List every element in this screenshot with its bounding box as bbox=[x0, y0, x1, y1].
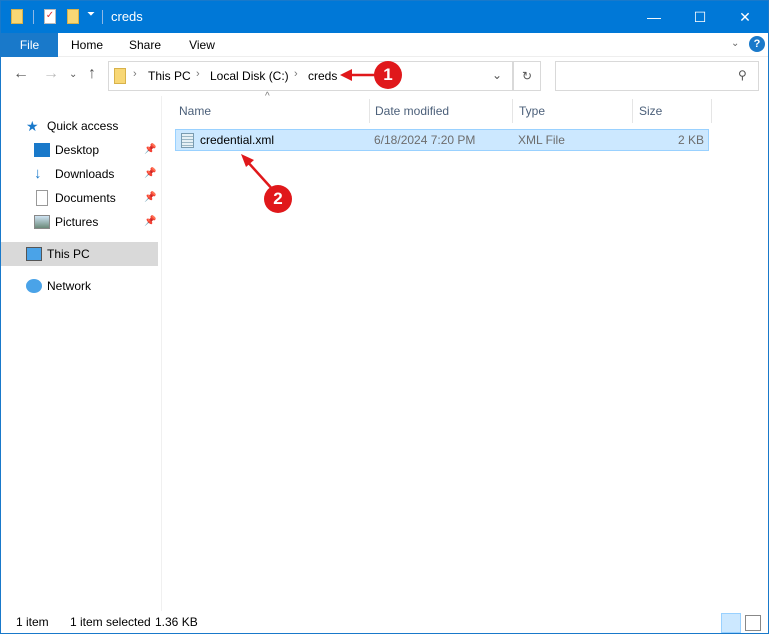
details-view-button[interactable] bbox=[721, 613, 741, 633]
sidebar-item-downloads[interactable]: ↓ Downloads 📌 bbox=[1, 162, 158, 186]
folder-icon bbox=[11, 9, 23, 24]
sidebar-item-this-pc[interactable]: This PC bbox=[1, 242, 158, 266]
column-header-date[interactable]: Date modified bbox=[375, 101, 449, 121]
column-header-size[interactable]: Size bbox=[639, 101, 662, 121]
divider[interactable] bbox=[711, 99, 712, 123]
pin-icon[interactable]: 📌 bbox=[144, 138, 156, 162]
divider bbox=[33, 10, 34, 24]
status-selected: 1 item selected bbox=[70, 615, 151, 629]
breadcrumb-this-pc[interactable]: This PC bbox=[148, 69, 191, 83]
chevron-right-icon: › bbox=[196, 68, 200, 80]
divider[interactable] bbox=[632, 99, 633, 123]
tab-view[interactable]: View bbox=[179, 33, 225, 57]
properties-icon[interactable]: ✓ bbox=[44, 9, 56, 24]
expand-ribbon-icon[interactable]: ⌄ bbox=[731, 38, 739, 49]
sort-ascending-icon: ^ bbox=[265, 91, 270, 102]
column-header-type[interactable]: Type bbox=[519, 101, 545, 121]
close-button[interactable]: ✕ bbox=[722, 1, 768, 33]
back-button[interactable]: ← bbox=[13, 65, 29, 83]
title-bar: ✓ ⏷ creds — ☐ ✕ bbox=[1, 1, 768, 33]
window-title: creds bbox=[111, 9, 143, 24]
file-date: 6/18/2024 7:20 PM bbox=[374, 133, 476, 147]
desktop-icon bbox=[34, 143, 50, 157]
search-icon: ⚲ bbox=[738, 68, 747, 82]
customize-toolbar-icon[interactable]: ⏷ bbox=[87, 9, 95, 20]
search-input[interactable]: ⚲ bbox=[555, 61, 759, 91]
maximize-button[interactable]: ☐ bbox=[677, 1, 723, 33]
minimize-button[interactable]: — bbox=[631, 1, 677, 33]
network-icon bbox=[26, 279, 42, 293]
pin-icon[interactable]: 📌 bbox=[144, 186, 156, 210]
new-folder-icon[interactable] bbox=[67, 9, 79, 24]
sidebar-item-documents[interactable]: Documents 📌 bbox=[1, 186, 158, 210]
status-size: 1.36 KB bbox=[155, 615, 198, 629]
documents-icon bbox=[36, 190, 48, 206]
sidebar-item-quick-access[interactable]: ★ Quick access bbox=[1, 114, 158, 138]
recent-locations-button[interactable]: ⌄ bbox=[69, 69, 77, 80]
annotation-badge-2: 2 bbox=[264, 185, 292, 213]
star-icon: ★ bbox=[26, 118, 39, 134]
status-item-count: 1 item bbox=[16, 615, 49, 629]
pin-icon[interactable]: 📌 bbox=[144, 162, 156, 186]
refresh-button[interactable]: ↻ bbox=[513, 61, 541, 91]
column-header-name[interactable]: Name bbox=[179, 101, 211, 121]
explorer-window: ✓ ⏷ creds — ☐ ✕ File Home Share View ⌄ ?… bbox=[0, 0, 769, 634]
folder-icon bbox=[114, 68, 126, 84]
annotation-badge-1: 1 bbox=[374, 61, 402, 89]
file-name: credential.xml bbox=[200, 133, 275, 147]
tab-file[interactable]: File bbox=[1, 33, 58, 57]
divider bbox=[102, 10, 103, 24]
tab-share[interactable]: Share bbox=[121, 33, 169, 57]
sidebar-item-desktop[interactable]: Desktop 📌 bbox=[1, 138, 158, 162]
file-size: 2 KB bbox=[677, 133, 704, 147]
download-icon: ↓ bbox=[34, 165, 42, 182]
large-icons-view-button[interactable] bbox=[745, 615, 761, 631]
pin-icon[interactable]: 📌 bbox=[144, 210, 156, 234]
divider[interactable] bbox=[369, 99, 370, 123]
xml-file-icon bbox=[181, 133, 194, 148]
pane-divider bbox=[161, 96, 162, 611]
file-type: XML File bbox=[518, 133, 565, 147]
sidebar-item-network[interactable]: Network bbox=[1, 274, 158, 298]
divider[interactable] bbox=[512, 99, 513, 123]
address-dropdown-icon[interactable]: ⌄ bbox=[492, 68, 502, 82]
help-icon[interactable]: ? bbox=[749, 36, 765, 52]
chevron-right-icon: › bbox=[133, 68, 137, 80]
file-row[interactable]: credential.xml 6/18/2024 7:20 PM XML Fil… bbox=[175, 129, 709, 151]
tab-home[interactable]: Home bbox=[63, 33, 111, 57]
ribbon: File Home Share View ⌄ ? bbox=[1, 33, 768, 57]
up-button[interactable]: ↑ bbox=[88, 65, 96, 83]
forward-button[interactable]: → bbox=[43, 65, 59, 83]
sidebar-item-pictures[interactable]: Pictures 📌 bbox=[1, 210, 158, 234]
computer-icon bbox=[26, 247, 42, 261]
pictures-icon bbox=[34, 215, 50, 229]
